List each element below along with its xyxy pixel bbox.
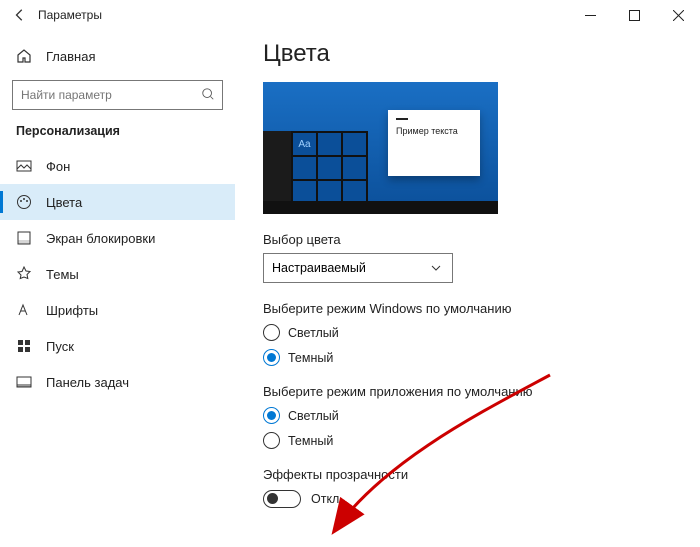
fonts-icon bbox=[16, 302, 32, 318]
sidebar: Главная Персонализация Фон Цвета Экран б… bbox=[0, 30, 235, 547]
transparency-toggle[interactable] bbox=[263, 490, 301, 508]
radio-icon bbox=[263, 349, 280, 366]
radio-icon bbox=[263, 407, 280, 424]
sidebar-item-label: Цвета bbox=[46, 195, 82, 210]
section-title: Персонализация bbox=[12, 124, 223, 138]
color-choice-label: Выбор цвета bbox=[263, 232, 680, 247]
windows-mode-light[interactable]: Светлый bbox=[263, 324, 680, 341]
transparency-state: Откл. bbox=[311, 492, 343, 506]
palette-icon bbox=[16, 194, 32, 210]
window-title: Параметры bbox=[38, 8, 102, 22]
sidebar-item-label: Экран блокировки bbox=[46, 231, 155, 246]
sidebar-item-colors[interactable]: Цвета bbox=[0, 184, 235, 220]
picture-icon bbox=[16, 158, 32, 174]
search-box[interactable] bbox=[12, 80, 223, 110]
app-mode-light[interactable]: Светлый bbox=[263, 407, 680, 424]
start-icon bbox=[16, 338, 32, 354]
titlebar: Параметры bbox=[0, 0, 700, 30]
sidebar-item-start[interactable]: Пуск bbox=[12, 328, 223, 364]
home-label: Главная bbox=[46, 49, 95, 64]
sidebar-item-label: Шрифты bbox=[46, 303, 98, 318]
taskbar-icon bbox=[16, 374, 32, 390]
themes-icon bbox=[16, 266, 32, 282]
back-button[interactable] bbox=[8, 3, 32, 27]
chevron-down-icon bbox=[428, 260, 444, 276]
home-icon bbox=[16, 48, 32, 64]
sidebar-item-fonts[interactable]: Шрифты bbox=[12, 292, 223, 328]
content: Цвета Aa Пример текста Выбор цвета Настр… bbox=[235, 30, 700, 547]
radio-icon bbox=[263, 432, 280, 449]
home-nav[interactable]: Главная bbox=[12, 38, 223, 74]
sidebar-item-label: Темы bbox=[46, 267, 79, 282]
radio-icon bbox=[263, 324, 280, 341]
color-choice-dropdown[interactable]: Настраиваемый bbox=[263, 253, 453, 283]
preview-text: Пример текста bbox=[396, 126, 472, 136]
search-icon bbox=[201, 87, 215, 106]
maximize-button[interactable] bbox=[612, 0, 656, 30]
close-button[interactable] bbox=[656, 0, 700, 30]
windows-mode-label: Выберите режим Windows по умолчанию bbox=[263, 301, 680, 316]
search-input[interactable] bbox=[12, 80, 223, 110]
sidebar-item-label: Пуск bbox=[46, 339, 74, 354]
sidebar-item-lockscreen[interactable]: Экран блокировки bbox=[12, 220, 223, 256]
page-title: Цвета bbox=[263, 40, 680, 68]
lockscreen-icon bbox=[16, 230, 32, 246]
sidebar-item-themes[interactable]: Темы bbox=[12, 256, 223, 292]
sidebar-item-taskbar[interactable]: Панель задач bbox=[12, 364, 223, 400]
windows-mode-dark[interactable]: Темный bbox=[263, 349, 680, 366]
color-choice-value: Настраиваемый bbox=[272, 261, 366, 275]
minimize-button[interactable] bbox=[568, 0, 612, 30]
color-preview: Aa Пример текста bbox=[263, 82, 498, 214]
app-mode-label: Выберите режим приложения по умолчанию bbox=[263, 384, 680, 399]
sidebar-item-background[interactable]: Фон bbox=[12, 148, 223, 184]
transparency-label: Эффекты прозрачности bbox=[263, 467, 680, 482]
preview-aa: Aa bbox=[293, 133, 316, 155]
sidebar-item-label: Панель задач bbox=[46, 375, 129, 390]
app-mode-dark[interactable]: Темный bbox=[263, 432, 680, 449]
sidebar-item-label: Фон bbox=[46, 159, 70, 174]
